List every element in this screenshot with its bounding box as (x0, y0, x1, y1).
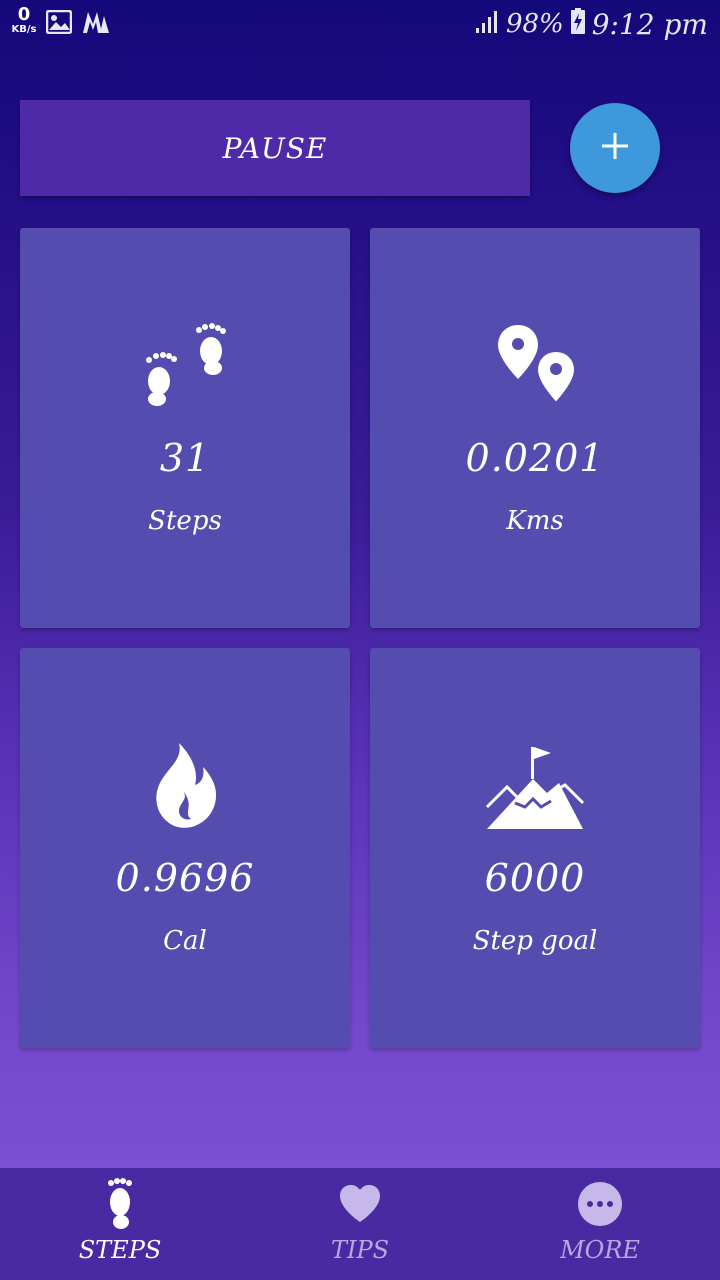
step-goal-value: 6000 (484, 856, 586, 900)
m-app-icon (82, 10, 110, 38)
distance-value: 0.0201 (465, 436, 605, 480)
distance-card[interactable]: 0.0201 Kms (370, 228, 700, 628)
footprint-icon (105, 1178, 135, 1234)
step-goal-card[interactable]: 6000 Step goal (370, 648, 700, 1048)
steps-value: 31 (159, 436, 211, 480)
flame-icon (149, 741, 221, 835)
calories-label: Cal (163, 926, 207, 956)
image-icon (45, 9, 73, 38)
network-speed-value: 0 (17, 4, 31, 25)
nav-tips-label: TIPS (330, 1236, 390, 1264)
nav-steps[interactable]: STEPS (0, 1168, 240, 1280)
location-pins-icon (490, 323, 580, 413)
battery-percent: 98% (505, 9, 564, 39)
mountain-flag-icon (485, 741, 585, 835)
nav-more-label: MORE (560, 1236, 640, 1264)
step-goal-label: Step goal (472, 926, 598, 956)
distance-label: Kms (506, 506, 564, 536)
status-bar: 0 KB/s 98% 9:12 pm (0, 0, 720, 48)
heart-icon (338, 1184, 382, 1228)
battery-charging-icon (570, 7, 586, 42)
calories-card[interactable]: 0.9696 Cal (20, 648, 350, 1048)
nav-steps-label: STEPS (78, 1236, 162, 1264)
nav-tips[interactable]: TIPS (240, 1168, 480, 1280)
network-speed-unit: KB/s (11, 24, 37, 35)
footprints-icon (137, 323, 233, 413)
more-dots-icon (577, 1181, 623, 1231)
calories-value: 0.9696 (115, 856, 255, 900)
bottom-nav: STEPS TIPS MORE (0, 1168, 720, 1280)
add-button[interactable] (570, 103, 660, 193)
signal-icon (474, 8, 500, 41)
steps-card[interactable]: 31 Steps (20, 228, 350, 628)
nav-more[interactable]: MORE (480, 1168, 720, 1280)
clock-time: 9:12 pm (591, 7, 708, 41)
network-speed: 0 KB/s (8, 6, 40, 35)
pause-button[interactable]: PAUSE (20, 100, 530, 196)
plus-icon (600, 131, 630, 165)
steps-label: Steps (148, 506, 222, 536)
